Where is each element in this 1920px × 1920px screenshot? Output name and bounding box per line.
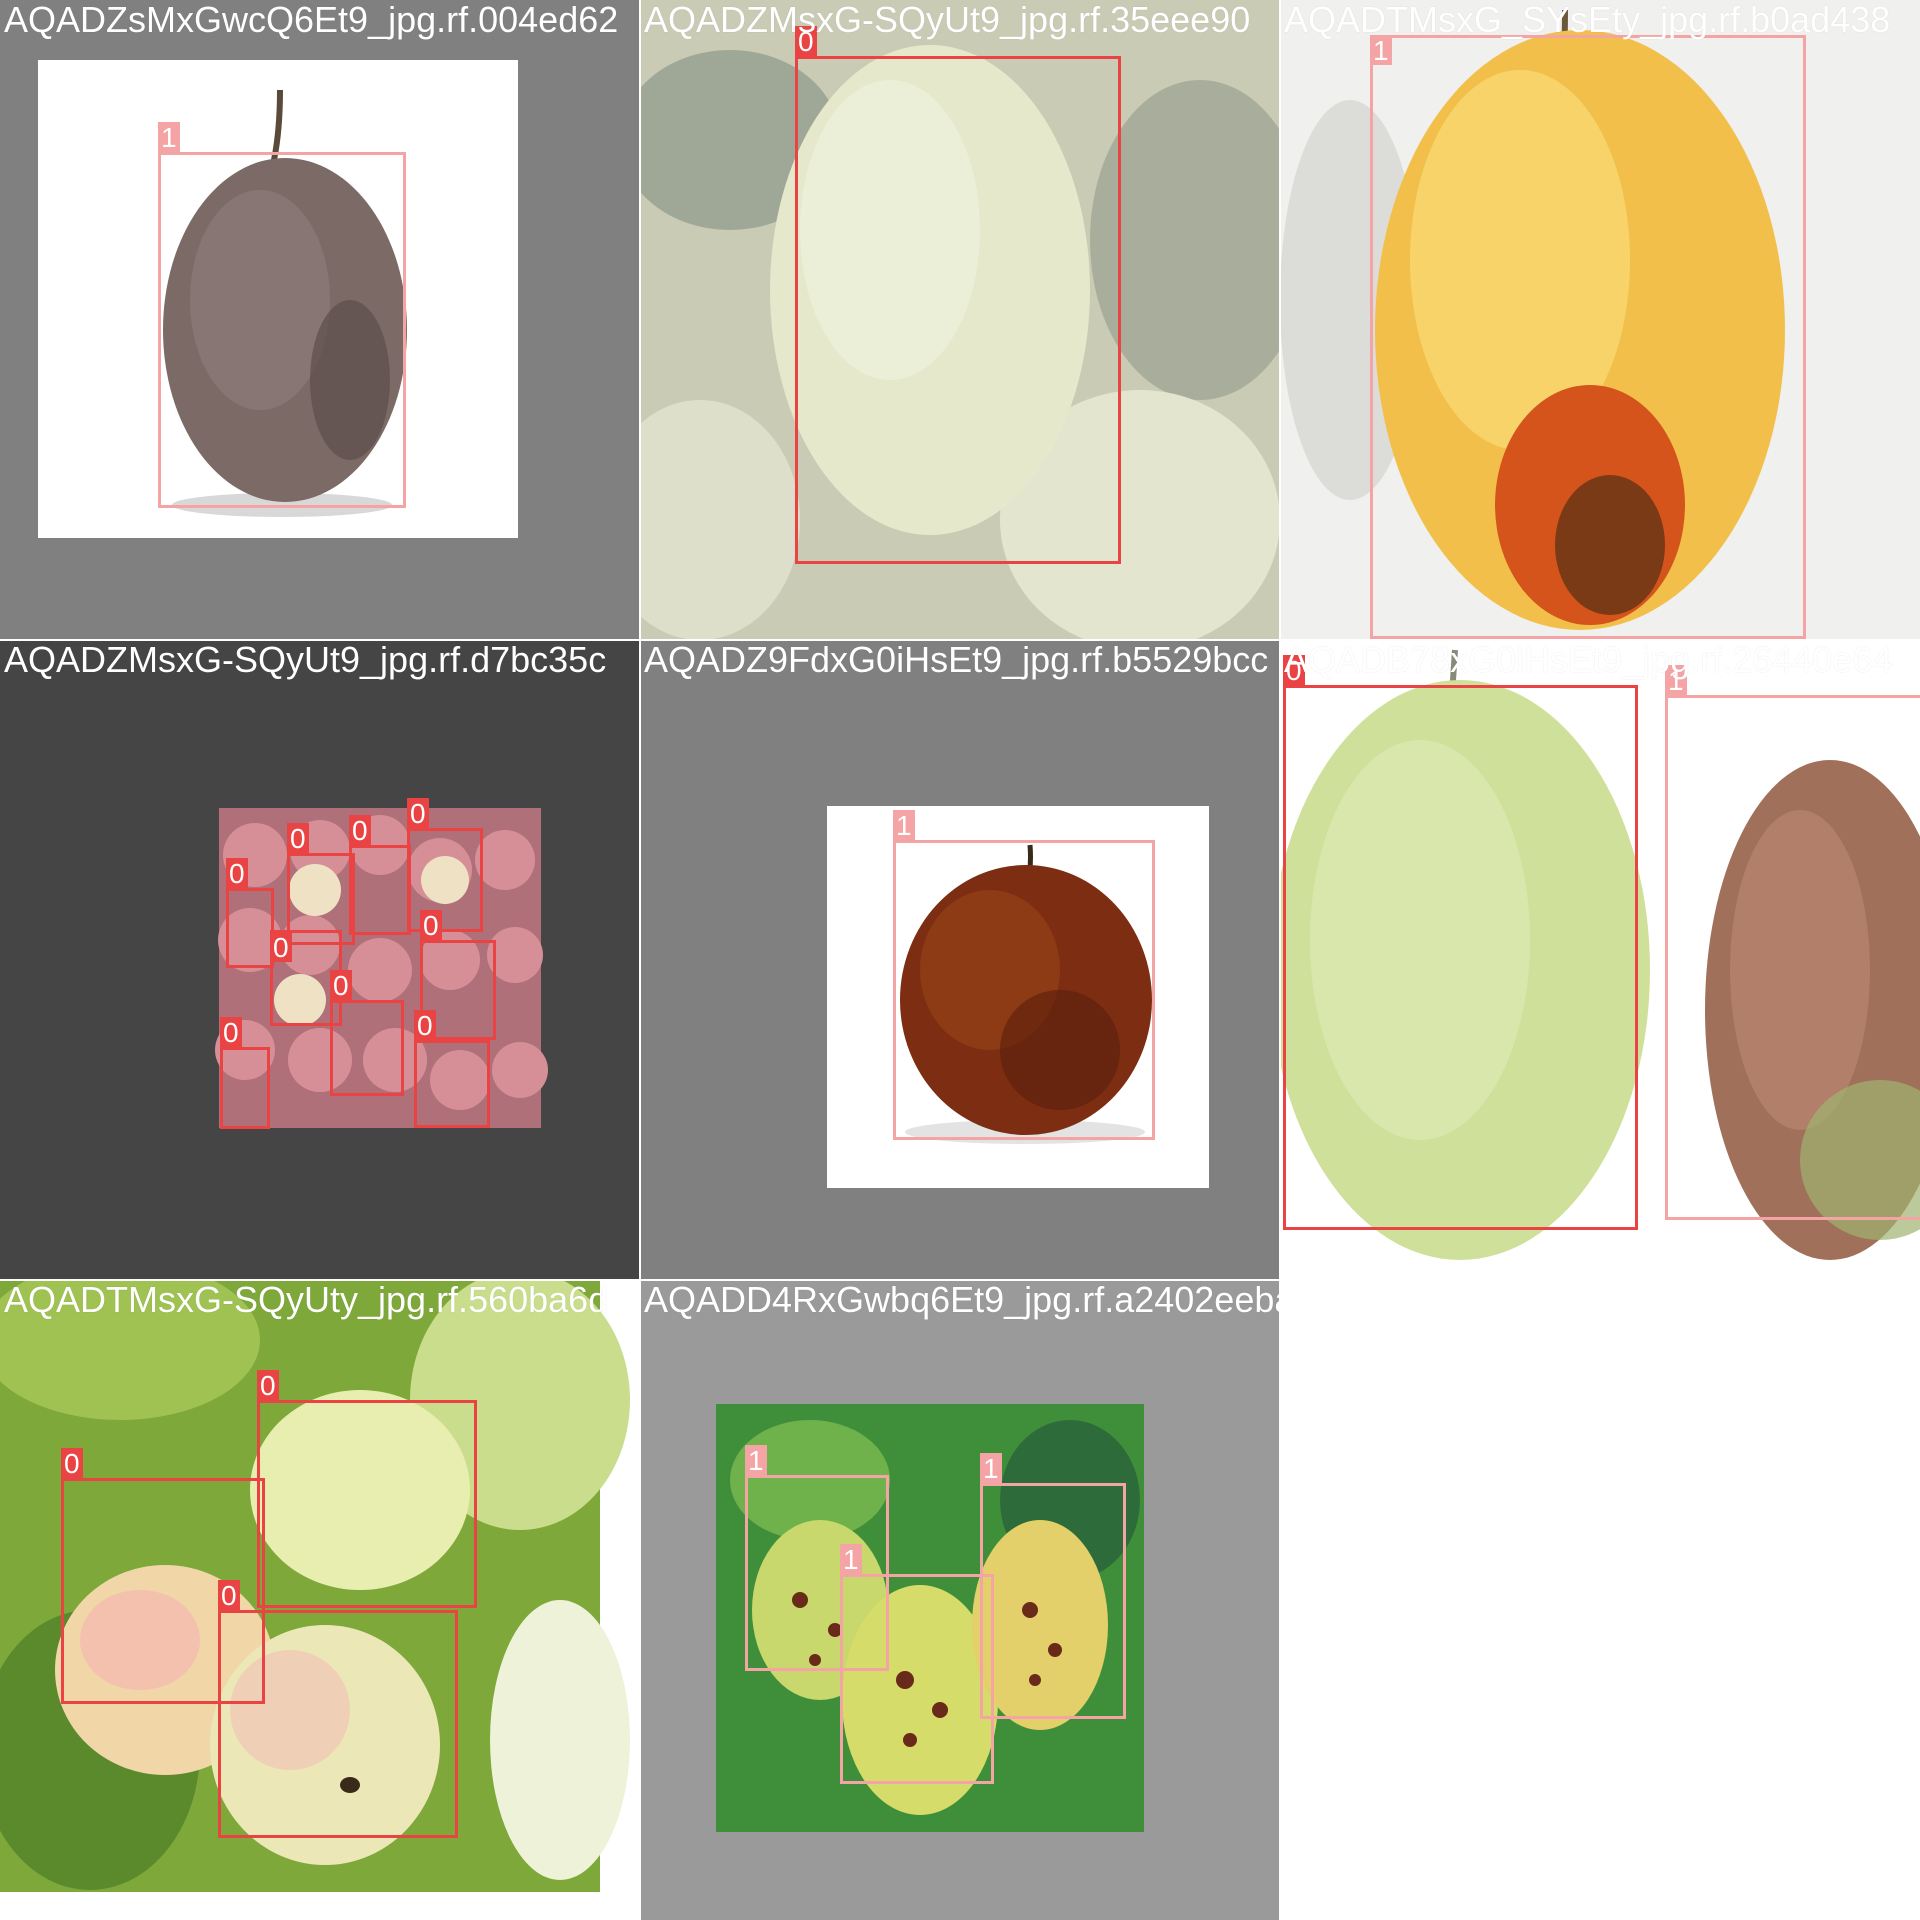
bbox-4-0 xyxy=(893,840,1155,1140)
bbox-label-3-7: 0 xyxy=(220,1017,242,1047)
bbox-label-3-6: 0 xyxy=(330,970,352,1000)
bbox-label-0-0: 1 xyxy=(158,122,180,152)
mosaic-tile-4: 1 AQADZ9FdxG0iHsEt9_jpg.rf.b5529bcc xyxy=(640,640,1280,1280)
bbox-7-2 xyxy=(980,1483,1126,1719)
bbox-3-6 xyxy=(330,1000,404,1096)
bbox-3-8 xyxy=(414,1040,490,1128)
bbox-label-6-0: 0 xyxy=(257,1370,279,1400)
bbox-6-2 xyxy=(218,1610,458,1838)
bbox-0-0 xyxy=(158,152,406,508)
tile-1-filename: AQADZMsxG-SQyUt9_jpg.rf.35eee90 xyxy=(644,0,1251,40)
mosaic-tile-0: 1 AQADZsMxGwcQ6Et9_jpg.rf.004ed62 xyxy=(0,0,640,640)
bbox-5-0 xyxy=(1283,685,1638,1230)
mosaic-grid: 1 AQADZsMxGwcQ6Et9_jpg.rf.004ed62 0 AQAD… xyxy=(0,0,1920,1920)
mosaic-tile-6: 0 0 0 AQADTMsxG-SQyUty_jpg.rf.560ba6d xyxy=(0,1280,640,1920)
bbox-label-4-0: 1 xyxy=(893,810,915,840)
bbox-6-0 xyxy=(257,1400,477,1608)
tile-6-filename: AQADTMsxG-SQyUty_jpg.rf.560ba6d xyxy=(4,1280,609,1320)
bbox-3-2 xyxy=(349,845,411,935)
bbox-5-1 xyxy=(1665,695,1920,1220)
tile-2-filename: AQADTMsxG_SYsEty_jpg.rf.b0ad438 xyxy=(1284,0,1891,40)
bbox-label-3-8: 0 xyxy=(414,1010,436,1040)
grid-divider xyxy=(0,639,1920,641)
bbox-label-7-1: 1 xyxy=(840,1544,862,1574)
bbox-label-3-5: 0 xyxy=(420,910,442,940)
bbox-3-7 xyxy=(220,1047,270,1129)
mosaic-tile-5: 0 1 AQADB78xG0iHsEt9_jpg.rf.26440e64 xyxy=(1280,640,1920,1280)
mosaic-tile-1: 0 AQADZMsxG-SQyUt9_jpg.rf.35eee90 xyxy=(640,0,1280,640)
bbox-label-3-2: 0 xyxy=(349,815,371,845)
bbox-label-6-1: 0 xyxy=(61,1448,83,1478)
bbox-3-0 xyxy=(226,888,274,968)
mosaic-tile-3: 0 0 0 0 0 0 0 0 0 AQADZMsxG-SQyUt9_jpg.r… xyxy=(0,640,640,1280)
bbox-label-7-0: 1 xyxy=(745,1445,767,1475)
tile-7-filename: AQADD4RxGwbq6Et9_jpg.rf.a2402eeba82006fe xyxy=(644,1280,1280,1320)
bbox-label-6-2: 0 xyxy=(218,1580,240,1610)
bbox-1-0 xyxy=(795,56,1121,564)
bbox-7-1 xyxy=(840,1574,994,1784)
tile-0-filename: AQADZsMxGwcQ6Et9_jpg.rf.004ed62 xyxy=(4,0,619,40)
bbox-label-3-4: 0 xyxy=(270,932,292,962)
mosaic-tile-7: 1 1 1 AQADD4RxGwbq6Et9_jpg.rf.a2402eeba8… xyxy=(640,1280,1280,1920)
grid-divider xyxy=(1279,0,1281,1920)
grid-divider xyxy=(639,0,641,1920)
bbox-label-3-3: 0 xyxy=(407,798,429,828)
bbox-label-3-1: 0 xyxy=(287,823,309,853)
tile-5-filename: AQADB78xG0iHsEt9_jpg.rf.26440e64 xyxy=(1284,640,1893,680)
tile-4-filename: AQADZ9FdxG0iHsEt9_jpg.rf.b5529bcc xyxy=(644,640,1269,680)
tile-3-filename: AQADZMsxG-SQyUt9_jpg.rf.d7bc35c xyxy=(4,640,607,680)
bbox-label-7-2: 1 xyxy=(980,1453,1002,1483)
mosaic-tile-2: 1 AQADTMsxG_SYsEty_jpg.rf.b0ad438 xyxy=(1280,0,1920,640)
bbox-3-3 xyxy=(407,828,483,932)
bbox-label-3-0: 0 xyxy=(226,858,248,888)
mosaic-tile-8 xyxy=(1280,1280,1920,1920)
grid-divider xyxy=(0,1279,1920,1281)
bbox-2-0 xyxy=(1370,35,1806,639)
